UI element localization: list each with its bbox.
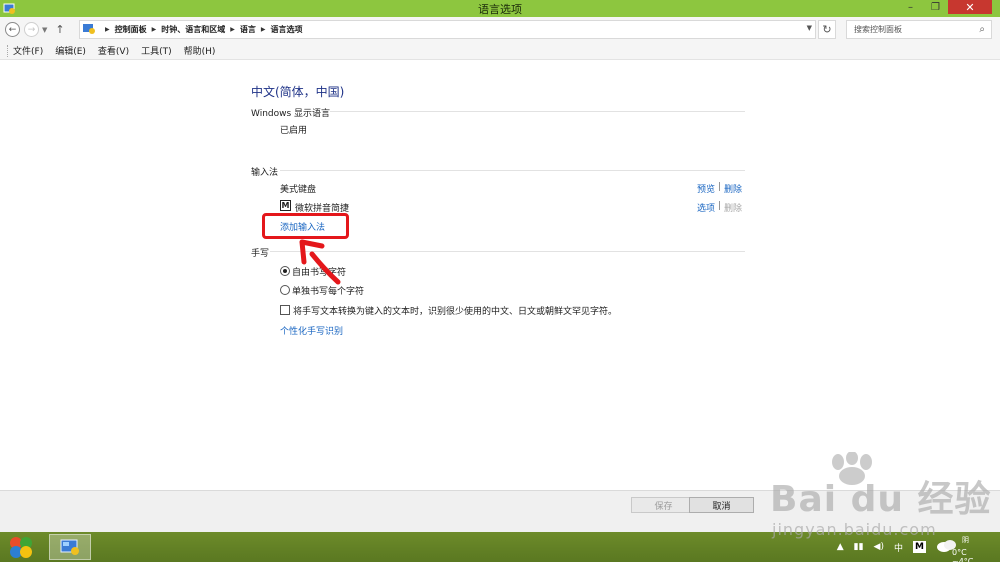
display-language-heading: Windows 显示语言 — [251, 109, 331, 119]
section-divider — [330, 111, 745, 112]
menu-grip — [7, 44, 9, 57]
search-input[interactable]: 搜索控制面板 ⌕ — [846, 20, 992, 39]
link-separator: | — [718, 201, 722, 211]
taskbar: ▲ ▮▮ ◀) 中 M 阴 0°C ~4°C — [0, 532, 1000, 562]
recent-pages-dropdown-icon[interactable]: ▼ — [42, 26, 47, 34]
remove-link[interactable]: 删除 — [724, 182, 742, 195]
handwriting-heading: 手写 — [251, 249, 270, 259]
dialog-footer: 保存 取消 — [0, 490, 1000, 532]
menu-tools[interactable]: 工具(T) — [141, 44, 172, 57]
personalize-handwriting-link[interactable]: 个性化手写识别 — [280, 324, 343, 337]
forward-button[interactable]: → — [24, 22, 39, 37]
breadcrumb-separator-icon: ▶ — [105, 26, 110, 33]
breadcrumb-separator-icon: ▶ — [260, 26, 266, 33]
title-bar: 语言选项 – ❐ ✕ — [0, 0, 1000, 17]
menu-edit[interactable]: 编辑(E) — [55, 44, 86, 57]
display-language-status: 已启用 — [280, 126, 308, 136]
preview-link[interactable]: 预览 — [697, 182, 715, 195]
weather-label: 阴 — [962, 536, 969, 544]
control-panel-icon — [60, 539, 79, 555]
breadcrumb-language[interactable]: 语言 — [240, 24, 256, 35]
breadcrumb-language-options[interactable]: 语言选项 — [271, 24, 303, 35]
volume-icon[interactable]: ◀) — [874, 542, 884, 552]
arrow-annotation-icon — [299, 239, 341, 285]
system-tray: ▲ ▮▮ ◀) 中 M 阴 0°C ~4°C — [837, 532, 1000, 562]
section-divider — [280, 170, 745, 171]
link-separator: | — [718, 182, 722, 192]
breadcrumb-separator-icon: ▶ — [151, 26, 157, 33]
window-controls: – ❐ ✕ — [898, 0, 992, 17]
ime-language-indicator[interactable]: 中 — [894, 541, 903, 554]
breadcrumb-separator-icon: ▶ — [230, 26, 235, 33]
close-button[interactable]: ✕ — [948, 0, 992, 14]
window-title: 语言选项 — [478, 2, 522, 16]
address-box[interactable]: ▶ 控制面板 ▶ 时钟、语言和区域 ▶ 语言 ▶ 语言选项 ▼ — [79, 20, 816, 39]
microsoft-pinyin-icon: M — [280, 200, 291, 211]
page-title: 中文(简体，中国) — [251, 85, 345, 99]
address-toolbar: ← → ▼ ↑ ▶ 控制面板 ▶ 时钟、语言和区域 ▶ 语言 ▶ 语言选项 ▼ … — [0, 17, 1000, 42]
rare-chars-label: 将手写文本转换为键入的文本时，识别很少使用的中文、日文或朝鲜文罕见字符。 — [293, 307, 618, 317]
up-button[interactable]: ↑ — [55, 23, 64, 36]
breadcrumb-clock-language-region[interactable]: 时钟、语言和区域 — [161, 24, 225, 35]
menu-bar: 文件(F) 编辑(E) 查看(V) 工具(T) 帮助(H) — [0, 42, 1000, 60]
options-link[interactable]: 选项 — [697, 201, 715, 214]
address-dropdown-icon[interactable]: ▼ — [807, 24, 812, 32]
network-icon[interactable]: ▮▮ — [854, 542, 864, 552]
input-method-name: 美式键盘 — [280, 185, 317, 195]
control-panel-icon — [3, 2, 16, 18]
show-hidden-icons-icon[interactable]: ▲ — [837, 542, 844, 552]
menu-view[interactable]: 查看(V) — [98, 44, 129, 57]
rare-chars-checkbox[interactable] — [280, 305, 290, 315]
language-options-panel: 中文(简体，中国) Windows 显示语言 已启用 输入法 美式键盘 预览 |… — [0, 60, 1000, 490]
refresh-button[interactable]: ↻ — [818, 20, 836, 39]
menu-help[interactable]: 帮助(H) — [184, 44, 216, 57]
remove-link-disabled[interactable]: 删除 — [724, 201, 742, 214]
input-method-heading: 输入法 — [251, 168, 279, 178]
weather-widget[interactable]: 阴 0°C ~4°C — [936, 532, 980, 562]
cancel-button[interactable]: 取消 — [689, 497, 754, 513]
restore-button[interactable]: ❐ — [923, 0, 948, 14]
start-orb-icon[interactable] — [8, 535, 34, 562]
weather-temperature: 0°C ~4°C — [952, 548, 974, 562]
freehand-radio[interactable] — [280, 266, 290, 276]
single-char-radio[interactable] — [280, 285, 290, 295]
ime-mode-indicator[interactable]: M — [913, 541, 926, 553]
back-button[interactable]: ← — [5, 22, 20, 37]
search-placeholder: 搜索控制面板 — [854, 25, 902, 34]
minimize-button[interactable]: – — [898, 0, 923, 14]
save-button[interactable]: 保存 — [631, 497, 696, 513]
breadcrumb-control-panel[interactable]: 控制面板 — [115, 24, 147, 35]
taskbar-control-panel[interactable] — [49, 534, 91, 560]
control-panel-icon — [82, 22, 96, 37]
menu-file[interactable]: 文件(F) — [13, 44, 43, 57]
search-icon[interactable]: ⌕ — [979, 24, 985, 35]
